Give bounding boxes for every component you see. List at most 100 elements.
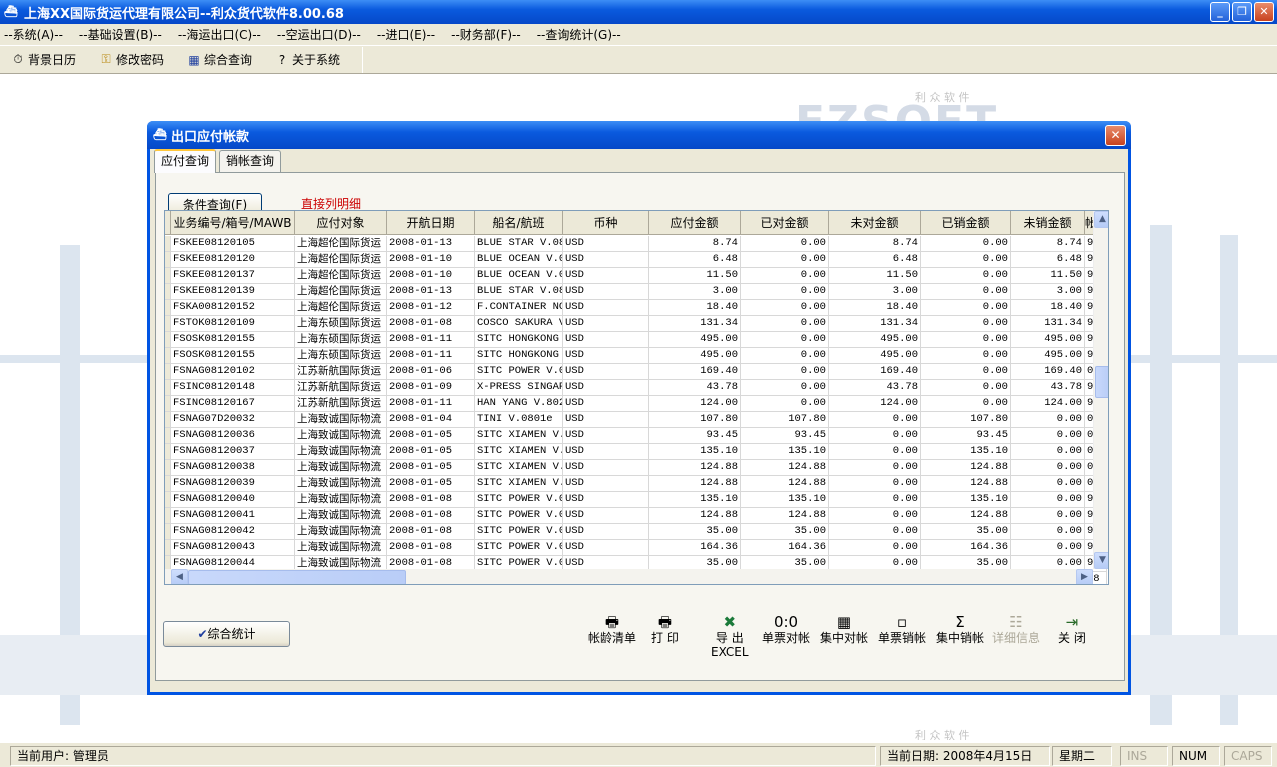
print-button[interactable]: 🖶 打 印 xyxy=(651,613,679,645)
table-row[interactable]: FSKEE08120137 上海超伦国际货运 2008-01-10 BLUE OCEA… xyxy=(165,268,1107,284)
menu-query-stats[interactable]: --查询统计(G)-- xyxy=(537,26,621,43)
col-written-off-cell: 93.45 xyxy=(921,428,1011,443)
table-row[interactable]: FSNAG08120036 上海致诚国际物流 2008-01-05 SITC XIAM… xyxy=(165,428,1107,444)
table-row[interactable]: FSNAG08120041 上海致诚国际物流 2008-01-08 SITC POWE… xyxy=(165,508,1107,524)
aging-list-button[interactable]: 🖶 帐龄清单 xyxy=(588,613,636,645)
col-sail-date-header[interactable]: 开航日期 xyxy=(387,211,475,235)
printer-icon: 🖶 xyxy=(604,613,620,631)
col-unmatched-header[interactable]: 未对金额 xyxy=(829,211,921,235)
table-row[interactable]: FSNAG08120043 上海致诚国际物流 2008-01-08 SITC POWE… xyxy=(165,540,1107,556)
scroll-right-icon[interactable]: ▶ xyxy=(1076,569,1093,584)
num-indicator: NUM xyxy=(1172,746,1220,766)
dialog-title-bar[interactable]: ⛴ 出口应付帐款 ✕ xyxy=(147,121,1131,149)
col-payee-cell: 上海致诚国际物流 xyxy=(295,508,387,523)
table-row[interactable]: FSINC08120148 江苏新航国际货运 2008-01-09 X-PRESS S… xyxy=(165,380,1107,396)
restore-button[interactable]: ❐ xyxy=(1232,2,1252,22)
change-password-button[interactable]: ⚿ 修改密码 xyxy=(98,51,164,68)
table-row[interactable]: FSNAG08120102 江苏新航国际货运 2008-01-06 SITC POWE… xyxy=(165,364,1107,380)
table-row[interactable]: FSKA008120152 上海超伦国际货运 2008-01-12 F.CONTAIN… xyxy=(165,300,1107,316)
col-sail-date-cell: 2008-01-04 xyxy=(387,412,475,427)
menu-import[interactable]: --进口(E)-- xyxy=(377,26,435,43)
dialog-close-button[interactable]: ✕ xyxy=(1105,125,1126,146)
table-row[interactable]: FSKEE08120120 上海超伦国际货运 2008-01-10 BLUE OCEA… xyxy=(165,252,1107,268)
col-matched-header[interactable]: 已对金额 xyxy=(741,211,829,235)
col-sail-date-cell: 2008-01-05 xyxy=(387,428,475,443)
col-currency-header[interactable]: 币种 xyxy=(563,211,649,235)
menu-air-export[interactable]: --空运出口(D)-- xyxy=(277,26,361,43)
col-payable-cell: 11.50 xyxy=(649,268,741,283)
col-written-off-header[interactable]: 已销金额 xyxy=(921,211,1011,235)
col-job-no-cell: FSNAG08120040 xyxy=(171,492,295,507)
close-button[interactable]: ✕ xyxy=(1254,2,1274,22)
general-query-button[interactable]: ▦ 综合查询 xyxy=(186,51,252,68)
col-currency-cell: USD xyxy=(563,380,649,395)
scroll-up-icon[interactable]: ▲ xyxy=(1094,211,1108,228)
col-payee-header[interactable]: 应付对象 xyxy=(295,211,387,235)
col-matched-cell: 93.45 xyxy=(741,428,829,443)
single-writeoff-button[interactable]: ▫ 单票销帐 xyxy=(878,613,926,645)
menu-basic-settings[interactable]: --基础设置(B)-- xyxy=(79,26,162,43)
col-payable-cell: 8.74 xyxy=(649,236,741,251)
table-row[interactable]: FSNAG08120039 上海致诚国际物流 2008-01-05 SITC XIAM… xyxy=(165,476,1107,492)
about-button[interactable]: ? 关于系统 xyxy=(274,51,340,68)
col-outstanding-header[interactable]: 未销金额 xyxy=(1011,211,1085,235)
table-row[interactable]: FSTOK08120109 上海东硕国际货运 2008-01-08 COSCO SAK… xyxy=(165,316,1107,332)
col-sail-date-cell: 2008-01-11 xyxy=(387,396,475,411)
minimize-button[interactable]: _ xyxy=(1210,2,1230,22)
summary-stats-button[interactable]: ✔综合统计 xyxy=(163,621,290,647)
table-row[interactable]: FSINC08120167 江苏新航国际货运 2008-01-11 HAN YANG … xyxy=(165,396,1107,412)
tab-writeoff-query[interactable]: 销帐查询 xyxy=(219,150,282,172)
scroll-down-icon[interactable]: ▼ xyxy=(1094,552,1108,569)
col-sail-date-cell: 2008-01-06 xyxy=(387,364,475,379)
col-vessel-cell: SITC POWER V.0 xyxy=(477,508,563,523)
table-row[interactable]: FSNAG08120042 上海致诚国际物流 2008-01-08 SITC POWE… xyxy=(165,524,1107,540)
table-row[interactable]: FSNAG08120038 上海致诚国际物流 2008-01-05 SITC XIAM… xyxy=(165,460,1107,476)
table-row[interactable]: FSOSK08120155 上海东硕国际货运 2008-01-11 SITC HONG… xyxy=(165,348,1107,364)
col-outstanding-cell: 495.00 xyxy=(1011,332,1085,347)
batch-match-button[interactable]: ▦ 集中对帐 xyxy=(820,613,868,645)
col-job-no-header[interactable]: 业务编号/箱号/MAWB xyxy=(171,211,295,235)
calendar-button[interactable]: ⏱ 背景日历 xyxy=(10,51,76,68)
vertical-scrollbar[interactable]: ▲ ▼ xyxy=(1093,211,1108,569)
export-excel-button[interactable]: ✖ 导 出 EXCEL xyxy=(711,613,749,659)
col-vessel-header[interactable]: 船名/航班 xyxy=(475,211,563,235)
col-outstanding-cell: 0.00 xyxy=(1011,476,1085,491)
menu-system[interactable]: --系统(A)-- xyxy=(4,26,63,43)
horizontal-scroll-thumb[interactable] xyxy=(188,570,406,584)
col-job-no-cell: FSOSK08120155 xyxy=(171,332,295,347)
app-title-bar[interactable]: ⛴ 上海XX国际货运代理有限公司--利众货代软件8.00.68 _ ❐ ✕ xyxy=(0,0,1277,24)
tab-payable-query[interactable]: 应付查询 xyxy=(154,149,217,173)
close-dialog-button[interactable]: ⇥ 关 闭 xyxy=(1058,613,1086,645)
batch-writeoff-button[interactable]: Σ 集中销帐 xyxy=(936,613,984,645)
scroll-left-icon[interactable]: ◀ xyxy=(171,569,188,584)
table-row[interactable]: FSNAG08120040 上海致诚国际物流 2008-01-08 SITC POWE… xyxy=(165,492,1107,508)
col-payee-cell: 江苏新航国际货运 xyxy=(295,380,387,395)
col-matched-cell: 107.80 xyxy=(741,412,829,427)
single-match-button[interactable]: 0:0 单票对帐 xyxy=(762,613,810,645)
table-row[interactable]: FSOSK08120155 上海东硕国际货运 2008-01-11 SITC HONG… xyxy=(165,332,1107,348)
menu-finance[interactable]: --财务部(F)-- xyxy=(451,26,521,43)
col-vessel-cell: SITC POWER V.0 xyxy=(477,492,563,507)
match-icon: 0:0 xyxy=(773,613,799,631)
col-outstanding-cell: 0.00 xyxy=(1011,508,1085,523)
dialog-title: 出口应付帐款 xyxy=(171,129,250,145)
action-label: 关 闭 xyxy=(1058,631,1086,645)
col-sail-date-cell: 2008-01-08 xyxy=(387,540,475,555)
horizontal-scrollbar[interactable]: ◀ ▶ xyxy=(165,569,1093,584)
col-currency-cell: USD xyxy=(563,364,649,379)
col-currency-cell: USD xyxy=(563,508,649,523)
table-row[interactable]: FSKEE08120139 上海超伦国际货运 2008-01-13 BLUE STAR… xyxy=(165,284,1107,300)
menu-sea-export[interactable]: --海运出口(C)-- xyxy=(178,26,261,43)
col-vessel-cell: COSCO SAKURA V xyxy=(477,316,563,331)
list-icon: ☷ xyxy=(1009,613,1023,631)
vertical-scroll-thumb[interactable] xyxy=(1095,366,1108,398)
col-matched-cell: 135.10 xyxy=(741,492,829,507)
table-row[interactable]: FSNAG07D20032 上海致诚国际物流 2008-01-04 TINI V.08… xyxy=(165,412,1107,428)
col-vessel-cell: SITC POWER V.0 xyxy=(477,524,563,539)
col-payable-header[interactable]: 应付金额 xyxy=(649,211,741,235)
col-payee-cell: 上海东硕国际货运 xyxy=(295,316,387,331)
table-row[interactable]: FSNAG08120037 上海致诚国际物流 2008-01-05 SITC XIAM… xyxy=(165,444,1107,460)
action-label: 集中销帐 xyxy=(936,631,985,645)
table-row[interactable]: FSKEE08120105 上海超伦国际货运 2008-01-13 BLUE STAR… xyxy=(165,236,1107,252)
col-vessel-cell: F.CONTAINER NO xyxy=(477,300,563,315)
